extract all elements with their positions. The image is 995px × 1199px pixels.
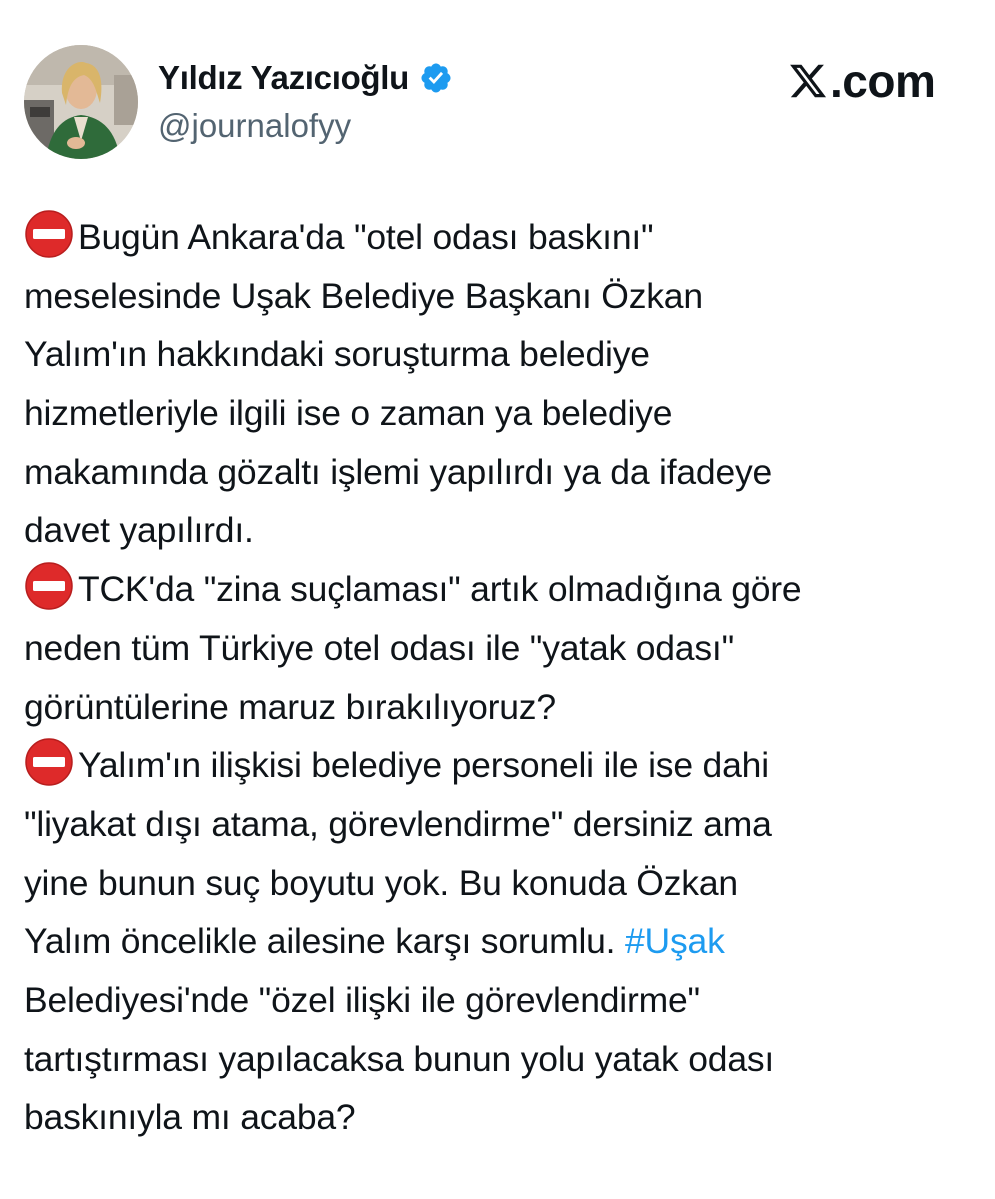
author-handle[interactable]: @journalofyy [158,106,351,146]
tweet-line-text: TCK'da "zina suçlaması" artık olmadığına… [78,569,802,610]
tweet-line: makamında gözaltı işlemi yapılırdı ya da… [24,451,773,492]
no-entry-emoji-icon [25,562,73,610]
tweet-line: yine bunun suç boyutu yok. Bu konuda Özk… [24,862,738,903]
tweet-line-text: Bugün Ankara'da "otel odası baskını" [78,217,654,257]
profile-photo-icon [24,45,138,159]
tweet-line: TCK'da "zina suçlaması" artık olmadığına… [24,560,984,619]
tweet-line: baskınıyla mı acaba? [24,1097,356,1138]
tweet-line: Bugün Ankara'da "otel odası baskını" [24,208,984,267]
tweet-line: görüntülerine maruz bırakılıyoruz? [24,686,556,727]
tweet-line-text: Yalım öncelikle ailesine karşı sorumlu. [24,921,625,962]
author-name[interactable]: Yıldız Yazıcıoğlu [158,58,453,98]
author-name-text: Yıldız Yazıcıoğlu [158,59,410,96]
tweet-line: tartıştırması yapılacaksa bunun yolu yat… [24,1038,775,1079]
tweet-line: meselesinde Uşak Belediye Başkanı Özkan [24,275,703,316]
tweet-line: Yalım'ın hakkındaki soruşturma belediye [24,334,650,375]
brand-domain: .com [830,55,936,107]
hashtag-link[interactable]: #Uşak [625,921,725,961]
tweet-line-text: Yalım'ın ilişkisi belediye personeli ile… [78,745,769,786]
tweet-line: Yalım'ın ilişkisi belediye personeli ile… [24,736,984,795]
tweet-line: Belediyesi'nde "özel ilişki ile görevlen… [24,979,700,1020]
x-logo-icon [790,64,827,98]
tweet-line: hizmetleriyle ilgili ise o zaman ya bele… [24,393,673,434]
author-avatar[interactable] [24,45,138,159]
no-entry-emoji-icon [25,738,73,786]
tweet-line: Yalım öncelikle ailesine karşı sorumlu. … [24,912,984,971]
tweet-text: Bugün Ankara'da "otel odası baskını" mes… [24,208,984,1147]
tweet-line: "liyakat dışı atama, görevlendirme" ders… [24,803,772,844]
x-com-brand: .com [788,55,936,107]
verified-badge-icon [421,63,451,93]
tweet-line: davet yapılırdı. [24,510,254,551]
tweet-line: neden tüm Türkiye otel odası ile "yatak … [24,627,734,668]
no-entry-emoji-icon [25,210,73,258]
